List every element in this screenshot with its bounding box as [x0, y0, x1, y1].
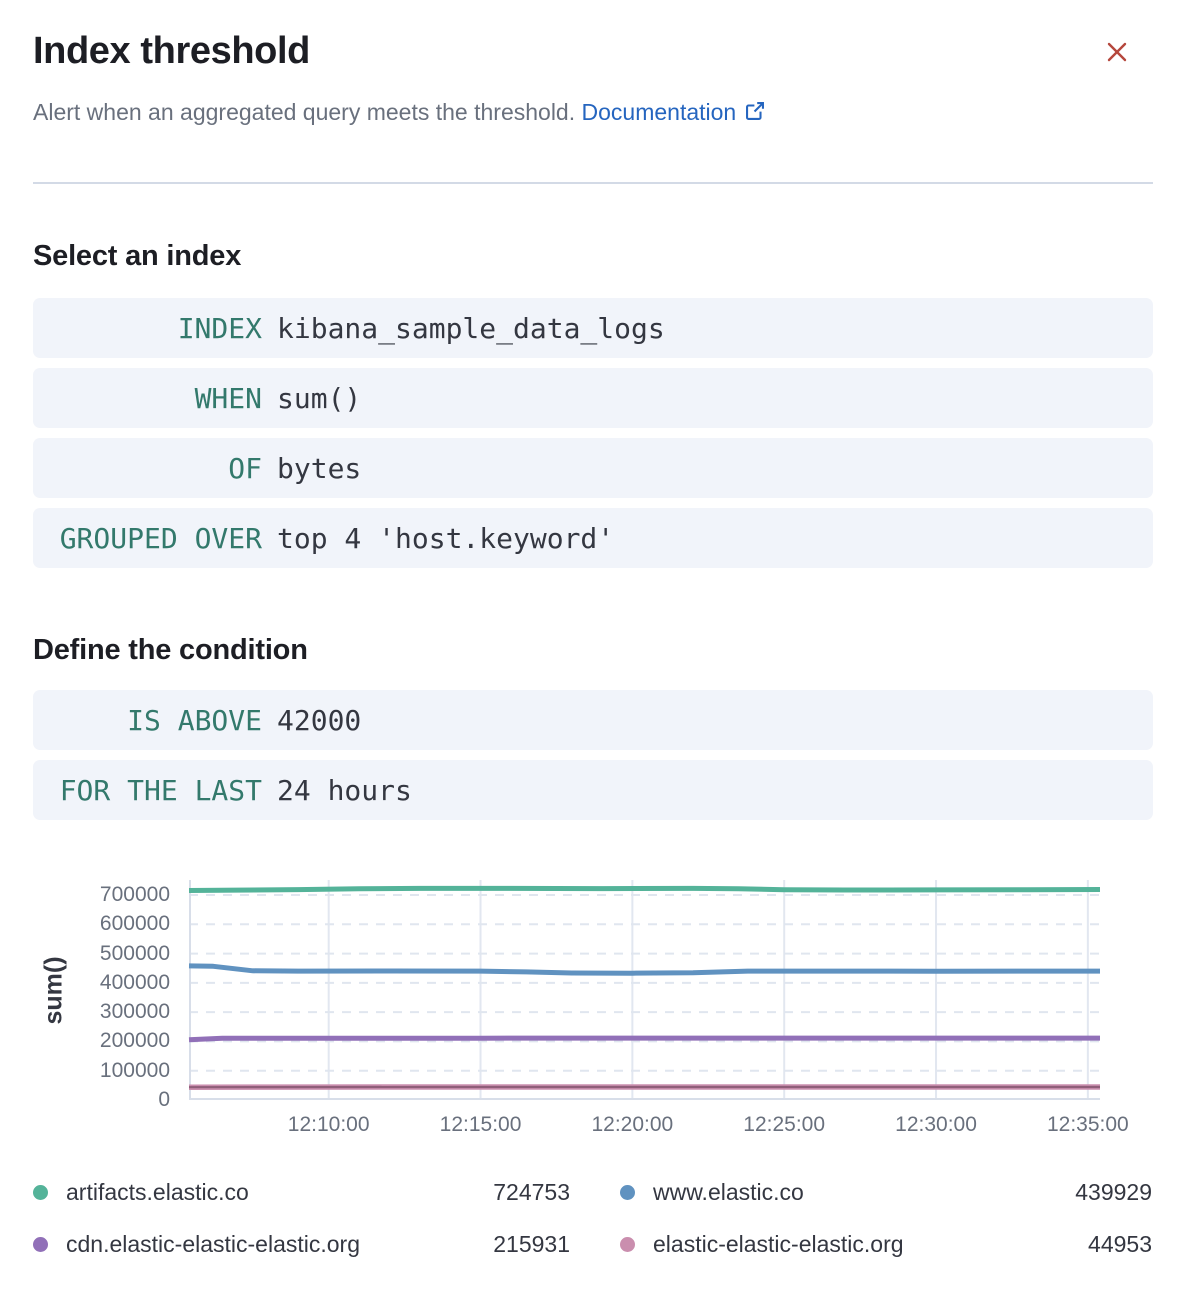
expression-value: sum()	[277, 382, 361, 415]
y-axis-tick-labels: 0100000200000300000400000500000600000700…	[33, 880, 170, 1100]
y-tick-label: 100000	[33, 1060, 170, 1082]
y-tick-label: 200000	[33, 1030, 170, 1052]
y-tick-label: 600000	[33, 913, 170, 935]
legend-item-elastic-elastic-elastic.org: elastic-elastic-elastic.org 44953	[620, 1218, 1152, 1270]
expression-value: top 4 'host.keyword'	[277, 522, 614, 555]
legend-dot-icon	[620, 1185, 635, 1200]
select-index-heading: Select an index	[33, 238, 1153, 274]
expression-index[interactable]: INDEX kibana_sample_data_logs	[33, 298, 1153, 358]
legend-value: 439929	[1075, 1179, 1152, 1206]
header-divider	[33, 182, 1153, 184]
expression-of[interactable]: OF bytes	[33, 438, 1153, 498]
expression-when[interactable]: WHEN sum()	[33, 368, 1153, 428]
legend-dot-icon	[620, 1237, 635, 1252]
y-tick-label: 300000	[33, 1001, 170, 1023]
condition-heading: Define the condition	[33, 632, 1153, 668]
external-link-icon	[744, 100, 766, 122]
expression-keyword: INDEX	[57, 312, 262, 345]
documentation-link[interactable]: Documentation	[582, 99, 767, 125]
x-tick-label: 12:25:00	[714, 1112, 854, 1138]
y-tick-label: 700000	[33, 884, 170, 906]
expression-for-the-last[interactable]: FOR THE LAST 24 hours	[33, 760, 1153, 820]
close-icon	[1105, 40, 1129, 64]
documentation-link-label: Documentation	[582, 99, 737, 125]
expression-grouped-over[interactable]: GROUPED OVER top 4 'host.keyword'	[33, 508, 1153, 568]
legend-value: 724753	[493, 1179, 570, 1206]
subtitle-text: Alert when an aggregated query meets the…	[33, 99, 575, 125]
index-expression-list: INDEX kibana_sample_data_logs WHEN sum() OF b…	[33, 298, 1153, 568]
index-threshold-flyout: Index threshold Alert when an aggregated…	[0, 0, 1186, 1304]
expression-value: 42000	[277, 704, 361, 737]
y-tick-label: 500000	[33, 943, 170, 965]
x-axis-tick-labels: 12:10:00 12:15:00 12:20:00 12:25:00 12:30:00…	[189, 1112, 1100, 1142]
x-tick-label: 12:35:00	[1018, 1112, 1158, 1138]
threshold-preview-chart: sum() 0100000200000300000400000500000600…	[33, 862, 1153, 1162]
legend-item-artifacts.elastic.co: artifacts.elastic.co 724753	[33, 1166, 570, 1218]
legend-dot-icon	[33, 1185, 48, 1200]
legend-dot-icon	[33, 1237, 48, 1252]
x-tick-label: 12:20:00	[562, 1112, 702, 1138]
expression-keyword: IS ABOVE	[57, 704, 262, 737]
legend-value: 215931	[493, 1231, 570, 1258]
x-tick-label: 12:15:00	[411, 1112, 551, 1138]
y-tick-label: 0	[33, 1089, 170, 1111]
legend-label: cdn.elastic-elastic-elastic.org	[66, 1231, 360, 1258]
y-tick-label: 400000	[33, 972, 170, 994]
legend-value: 44953	[1088, 1231, 1152, 1258]
chart-legend: artifacts.elastic.co 724753 www.elastic.co…	[33, 1166, 1153, 1270]
legend-item-cdn.elastic-elastic-elastic.org: cdn.elastic-elastic-elastic.org 215931	[33, 1218, 570, 1270]
condition-expression-list: IS ABOVE 42000 FOR THE LAST 24 hours	[33, 690, 1153, 820]
series-line-www.elastic.co	[189, 966, 1100, 973]
legend-item-www.elastic.co: www.elastic.co 439929	[620, 1166, 1152, 1218]
expression-value: kibana_sample_data_logs	[277, 312, 665, 345]
x-tick-label: 12:10:00	[259, 1112, 399, 1138]
expression-keyword: WHEN	[57, 382, 262, 415]
page-title: Index threshold	[33, 28, 1153, 74]
flyout-subtitle: Alert when an aggregated query meets the…	[33, 96, 1153, 128]
expression-keyword: OF	[57, 452, 262, 485]
close-button[interactable]	[1099, 34, 1135, 70]
legend-label: www.elastic.co	[653, 1179, 804, 1206]
series-line-artifacts.elastic.co	[189, 888, 1100, 890]
expression-value: bytes	[277, 452, 361, 485]
legend-label: artifacts.elastic.co	[66, 1179, 249, 1206]
expression-keyword: FOR THE LAST	[57, 774, 262, 807]
legend-label: elastic-elastic-elastic.org	[653, 1231, 904, 1258]
expression-value: 24 hours	[277, 774, 412, 807]
chart-plot-area	[189, 880, 1100, 1100]
expression-is-above[interactable]: IS ABOVE 42000	[33, 690, 1153, 750]
x-tick-label: 12:30:00	[866, 1112, 1006, 1138]
series-line-cdn.elastic-elastic-elastic.org	[189, 1038, 1100, 1040]
expression-keyword: GROUPED OVER	[57, 522, 262, 555]
